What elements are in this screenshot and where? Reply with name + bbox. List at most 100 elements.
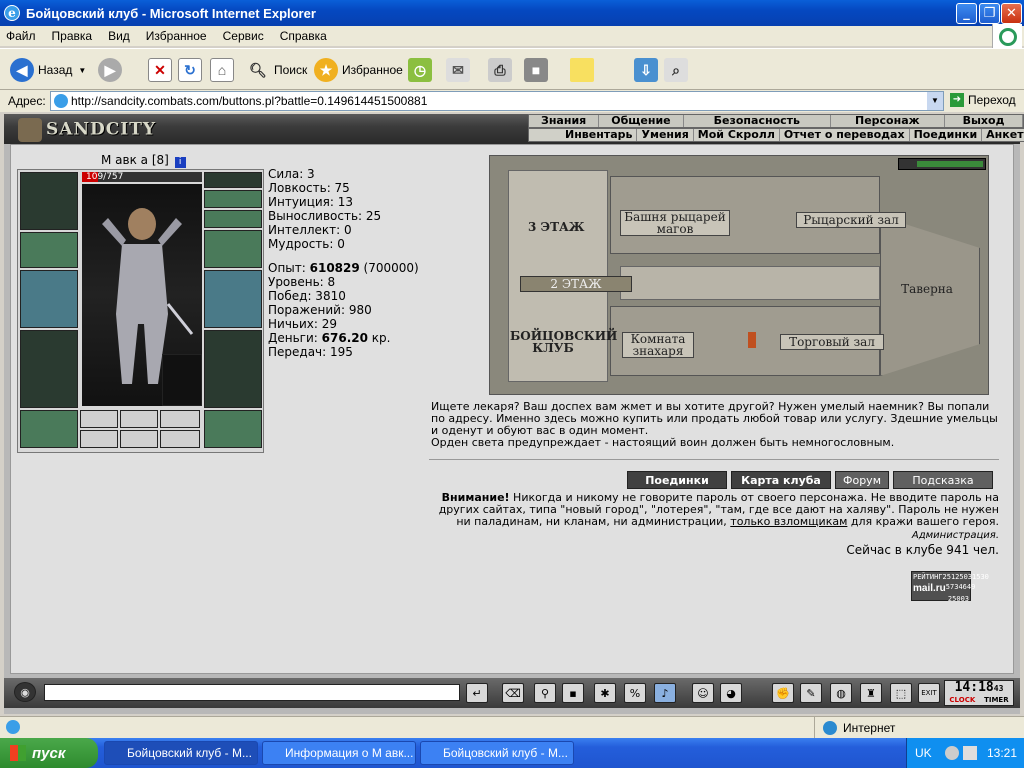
scroll-slot-6[interactable] [160, 430, 200, 448]
forward-button[interactable]: ▶ [98, 55, 122, 85]
nav-scroll[interactable]: Мой Скролл [694, 129, 780, 141]
floor3-link[interactable]: 3 ЭТАЖ [528, 220, 585, 234]
leggings-slot[interactable] [204, 330, 262, 408]
stop-button[interactable]: ✕ [148, 55, 172, 85]
menu-bar: Файл Правка Вид Избранное Сервис Справка [0, 26, 1024, 46]
nav-security[interactable]: Безопасность [684, 115, 831, 127]
healer-room-link[interactable]: Комната знахаря [622, 332, 694, 358]
research-button[interactable]: ⌕ [664, 55, 688, 85]
scroll-slot-5[interactable] [120, 430, 158, 448]
scroll-slot-1[interactable] [80, 410, 118, 428]
helmet-icon[interactable]: ◍ [830, 683, 852, 703]
search-button[interactable]: 🔍︎ Поиск [246, 55, 307, 85]
pet-slot[interactable] [162, 354, 202, 406]
menu-edit[interactable]: Правка [52, 29, 93, 43]
bracers-slot[interactable] [20, 232, 78, 268]
tray-network-icon[interactable] [945, 746, 959, 760]
maximize-button[interactable]: ❐ [979, 3, 1000, 24]
discuss-button[interactable] [570, 55, 594, 85]
back-button[interactable]: ◀ Назад ▼ [10, 55, 86, 85]
clock-label[interactable]: CLOCK [949, 696, 975, 704]
nav-exit[interactable]: Выход [945, 115, 1024, 127]
helmet-slot[interactable] [20, 172, 78, 230]
home-button[interactable]: ⌂ [210, 55, 234, 85]
eraser-icon[interactable]: ⌫ [502, 683, 524, 703]
task-fightclub-1[interactable]: Бойцовский клуб - М... [104, 741, 258, 765]
music-icon[interactable]: ♪ [654, 683, 676, 703]
nav-profile[interactable]: Анкета [982, 129, 1024, 141]
bag-icon[interactable]: ⬚ [890, 683, 912, 703]
nav-skills[interactable]: Умения [637, 129, 694, 141]
amulet-slot[interactable] [204, 190, 262, 208]
print-button[interactable]: ⎙ [488, 55, 512, 85]
minimize-button[interactable]: _ [956, 3, 977, 24]
hint-button[interactable]: Подсказка [893, 471, 993, 489]
armor-slot[interactable] [20, 330, 78, 408]
refresh-button[interactable]: ↻ [178, 55, 202, 85]
mailru-rating-badge[interactable]: РЕЙТИНГ 25125031530 mail.ru 5734649 25003 [911, 571, 989, 603]
knights-hall-link[interactable]: Рыцарский зал [796, 212, 906, 228]
start-button[interactable]: пуск [0, 738, 98, 768]
close-button[interactable]: ✕ [1001, 3, 1022, 24]
scroll-slot-2[interactable] [120, 410, 158, 428]
gloves-slot[interactable] [204, 230, 262, 268]
tray-speaker-icon[interactable] [963, 746, 977, 760]
menu-tools[interactable]: Сервис [223, 29, 264, 43]
belt-slot[interactable] [20, 410, 78, 448]
messenger-button[interactable]: ⇩ [634, 55, 658, 85]
smiley-chat-icon[interactable]: ◉ [14, 682, 36, 702]
chevron-down-icon[interactable]: ▼ [78, 66, 86, 75]
dance-icon[interactable]: ✱ [594, 683, 616, 703]
save-log-icon[interactable]: ▪ [562, 683, 584, 703]
translit-icon[interactable]: % [624, 683, 646, 703]
mail-button[interactable]: ✉ [446, 55, 470, 85]
hackers-link[interactable]: только взломщикам [730, 515, 847, 528]
menu-view[interactable]: Вид [108, 29, 130, 43]
task-info[interactable]: Информация о М авк... [262, 741, 416, 765]
rings-slot[interactable] [204, 210, 262, 228]
weapon-right-slot[interactable] [204, 270, 262, 328]
scroll-slot-3[interactable] [160, 410, 200, 428]
fight-club-link[interactable]: БОЙЦОВСКИЙ КЛУБ [510, 330, 617, 354]
go-button[interactable]: ➜ Переход [950, 93, 1016, 107]
menu-help[interactable]: Справка [280, 29, 327, 43]
earrings-slot[interactable] [204, 172, 262, 188]
weapon-left-slot[interactable] [20, 270, 78, 328]
filter-icon[interactable]: ⚲ [534, 683, 556, 703]
fist-icon[interactable]: ✊ [772, 683, 794, 703]
menu-favorites[interactable]: Избранное [146, 29, 207, 43]
back-label: Назад [38, 63, 73, 77]
send-icon[interactable]: ↵ [466, 683, 488, 703]
boots-slot[interactable] [204, 410, 262, 448]
info-icon[interactable]: i [174, 157, 186, 168]
mask-icon[interactable]: ◕ [720, 683, 742, 703]
dropdown-icon[interactable]: ▼ [927, 92, 943, 110]
edit-button[interactable]: ■ [524, 55, 548, 85]
nav-character[interactable]: Персонаж [831, 115, 945, 127]
nav-communication[interactable]: Общение [599, 115, 684, 127]
smiley-icon[interactable]: ☺ [692, 683, 714, 703]
task-fightclub-2[interactable]: Бойцовский клуб - М... [420, 741, 574, 765]
nav-inventory[interactable]: Инвентарь [529, 129, 638, 141]
warrior-icon[interactable]: ♜ [860, 683, 882, 703]
scroll-icon[interactable]: ✎ [800, 683, 822, 703]
timer-label[interactable]: TIMER [984, 696, 1009, 704]
forum-button[interactable]: Форум [835, 471, 889, 489]
exit-icon[interactable]: EXIT [918, 683, 940, 703]
battles-button[interactable]: Поединки [627, 471, 727, 489]
chat-input[interactable] [44, 684, 460, 701]
scroll-slot-4[interactable] [80, 430, 118, 448]
nav-transfer-report[interactable]: Отчет о переводах [780, 129, 910, 141]
nav-battles[interactable]: Поединки [910, 129, 983, 141]
club-map-button[interactable]: Карта клуба [731, 471, 831, 489]
nav-knowledge[interactable]: Знания [529, 115, 600, 127]
address-input[interactable]: http://sandcity.combats.com/buttons.pl?b… [50, 91, 944, 111]
menu-file[interactable]: Файл [6, 29, 36, 43]
knights-tower-link[interactable]: Башня рыцарей магов [620, 210, 730, 236]
floor2-link[interactable]: 2 ЭТАЖ [520, 276, 632, 292]
favorites-button[interactable]: ★ Избранное [314, 55, 403, 85]
history-button[interactable]: ◷ [408, 55, 432, 85]
tavern-link[interactable]: Таверна [896, 282, 958, 296]
language-indicator[interactable]: UK [915, 746, 932, 760]
trade-hall-link[interactable]: Торговый зал [780, 334, 884, 350]
